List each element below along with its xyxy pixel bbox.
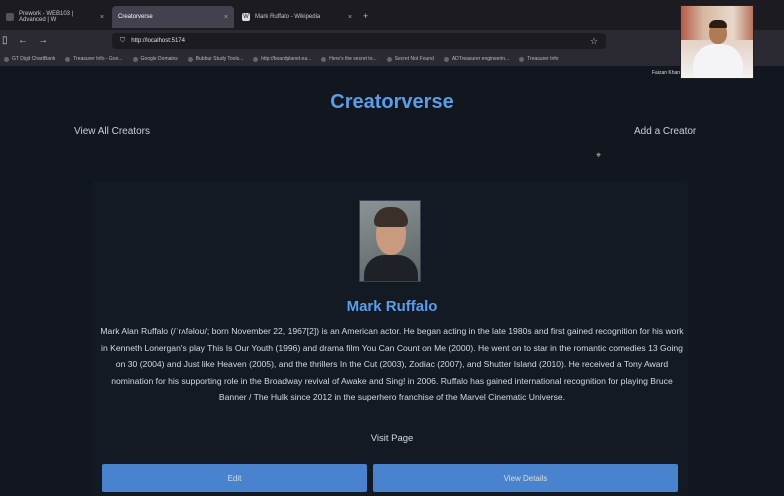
browser-tab-strip: Prework - WEB103 | Advanced | W × Creato… <box>0 0 784 30</box>
new-tab-icon[interactable]: + <box>363 11 368 21</box>
bookmarks-bar: GT Digit ChartBank Treasurer Info - Goo.… <box>0 52 784 66</box>
bookmark-item[interactable]: Bubbur Study Tools... <box>187 56 243 62</box>
webcam-name-label: Faizan Khan <box>652 70 681 76</box>
mouse-cursor-icon: ⌖ <box>596 150 602 160</box>
bookmark-item[interactable]: GT Digit ChartBank <box>4 56 55 62</box>
bookmark-item[interactable]: Treasurer Info <box>519 56 558 62</box>
photo-body <box>364 255 418 281</box>
url-text: http://localhost:5174 <box>131 38 185 44</box>
address-bar[interactable]: ⛉ http://localhost:5174 ☆ <box>112 33 606 49</box>
favicon-icon <box>6 13 14 21</box>
creator-photo <box>359 200 421 282</box>
bookmark-favicon-icon <box>65 56 71 62</box>
app-title: Creatorverse <box>330 91 454 113</box>
bookmark-item[interactable]: Here's the secret to... <box>321 56 377 62</box>
bookmark-favicon-icon <box>443 56 449 62</box>
view-details-button[interactable]: View Details <box>373 464 678 492</box>
bookmark-item[interactable]: ADTreasurer engineerin... <box>443 56 509 62</box>
close-tab-icon[interactable]: × <box>100 14 104 21</box>
bookmark-favicon-icon <box>519 56 525 62</box>
creatorverse-app: Creatorverse View All Creators Add a Cre… <box>0 66 784 496</box>
webcam-overlay <box>680 5 754 79</box>
shield-icon: ⛉ <box>120 37 126 44</box>
browser-tab-creatorverse[interactable]: Creatorverse × <box>112 6 234 28</box>
sidebar-toggle-icon[interactable]: ▯ <box>2 34 8 48</box>
creator-name: Mark Ruffalo <box>346 298 438 315</box>
add-creator-link[interactable]: Add a Creator <box>634 126 696 137</box>
bookmark-star-icon[interactable]: ☆ <box>590 36 598 47</box>
bookmark-item[interactable]: Treasurer Info - Goo... <box>65 56 123 62</box>
bookmark-item[interactable]: Google Domains <box>132 56 178 62</box>
edit-button[interactable]: Edit <box>102 464 367 492</box>
tab-label: Mark Ruffalo - Wikipedia <box>255 14 321 20</box>
browser-tab-prework[interactable]: Prework - WEB103 | Advanced | W × <box>0 6 110 28</box>
close-tab-icon[interactable]: × <box>348 14 352 21</box>
creator-bio: Mark Alan Ruffalo (/ˈrʌfəloʊ/; born Nove… <box>100 326 684 403</box>
view-all-creators-link[interactable]: View All Creators <box>74 126 150 137</box>
forward-arrow-icon[interactable]: → <box>38 34 48 48</box>
back-arrow-icon[interactable]: ← <box>18 34 28 48</box>
wikipedia-favicon-icon: W <box>242 13 250 21</box>
browser-tab-wikipedia[interactable]: W Mark Ruffalo - Wikipedia × <box>236 6 358 28</box>
visit-page-link[interactable]: Visit Page <box>0 433 784 444</box>
bookmark-item[interactable]: http://boardplanet.ea... <box>253 56 311 62</box>
webcam-person-hair <box>709 20 727 28</box>
bookmark-favicon-icon <box>187 56 193 62</box>
photo-hair <box>374 207 408 227</box>
tab-label: Creatorverse <box>118 14 153 20</box>
bookmark-favicon-icon <box>321 56 327 62</box>
bookmark-favicon-icon <box>4 56 9 62</box>
tab-label: Prework - WEB103 | Advanced | W <box>19 11 74 23</box>
close-tab-icon[interactable]: × <box>224 14 228 21</box>
bookmark-favicon-icon <box>253 56 259 62</box>
browser-nav-bar: ▯ ← → ⛉ http://localhost:5174 ☆ <box>0 30 784 52</box>
webcam-person-shirt <box>693 44 743 78</box>
bookmark-item[interactable]: Secret Not Found <box>386 56 434 62</box>
bookmark-favicon-icon <box>132 56 138 62</box>
bookmark-favicon-icon <box>386 56 392 62</box>
